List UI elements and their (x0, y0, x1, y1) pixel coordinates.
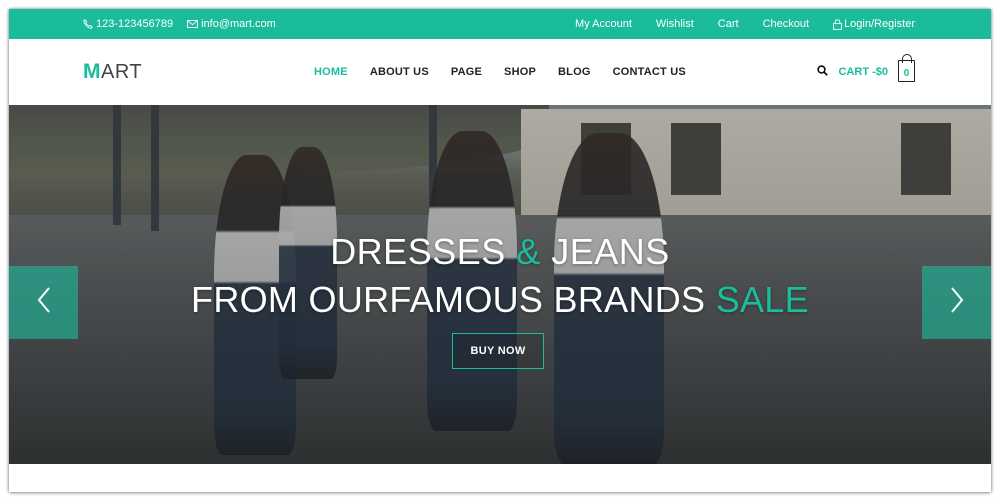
hero-caption: DRESSES & JEANS FROM OURFAMOUS BRANDS SA… (9, 105, 991, 464)
lock-icon (833, 18, 842, 30)
main-nav: HOME ABOUT US PAGE SHOP BLOG CONTACT US (314, 39, 686, 105)
email-contact[interactable]: info@mart.com (187, 18, 276, 30)
nav-blog[interactable]: BLOG (558, 66, 591, 78)
phone-number: 123-123456789 (96, 18, 174, 30)
cart-link-top[interactable]: Cart (718, 18, 739, 30)
nav-about-us[interactable]: ABOUT US (370, 66, 429, 78)
page-bottom-strip (9, 464, 991, 492)
search-icon[interactable] (817, 63, 829, 81)
phone-icon (83, 19, 93, 29)
browser-frame: 123-123456789 info@mart.com My Account W… (9, 9, 991, 492)
hero-heading-ampersand: & (516, 231, 541, 272)
hero-heading-line2: FROM OURFAMOUS BRANDS SALE (9, 279, 991, 321)
account-links: My Account Wishlist Cart Checkout Login/… (575, 18, 915, 30)
top-bar: 123-123456789 info@mart.com My Account W… (9, 9, 991, 39)
nav-contact-us[interactable]: CONTACT US (613, 66, 686, 78)
login-register-label: Login/Register (844, 18, 915, 30)
site-header: MART HOME ABOUT US PAGE SHOP BLOG CONTAC… (9, 39, 991, 105)
hero-heading-brands: FROM OURFAMOUS BRANDS (191, 279, 716, 320)
login-register-link[interactable]: Login/Register (833, 18, 915, 30)
envelope-icon (187, 20, 199, 28)
chevron-left-icon (37, 287, 51, 318)
hero-heading-dresses: DRESSES (330, 231, 517, 272)
slider-next-button[interactable] (922, 266, 991, 339)
chevron-right-icon (950, 287, 964, 318)
slider-prev-button[interactable] (9, 266, 78, 339)
email-address: info@mart.com (201, 18, 276, 30)
hero-heading-line1: DRESSES & JEANS (9, 231, 991, 273)
header-actions: CART -$0 0 (817, 39, 915, 105)
nav-shop[interactable]: SHOP (504, 66, 536, 78)
site-logo[interactable]: MART (83, 60, 142, 84)
cart-count: 0 (903, 67, 910, 79)
logo-text: ART (101, 61, 143, 83)
hero-heading-sale: SALE (715, 279, 809, 320)
my-account-link[interactable]: My Account (575, 18, 632, 30)
buy-now-button[interactable]: BUY NOW (452, 333, 544, 369)
wishlist-link[interactable]: Wishlist (656, 18, 694, 30)
nav-page[interactable]: PAGE (451, 66, 482, 78)
nav-home[interactable]: HOME (314, 66, 348, 78)
checkout-link[interactable]: Checkout (763, 18, 809, 30)
logo-letter-m: M (83, 60, 101, 83)
cart-total-link[interactable]: CART -$0 (838, 66, 888, 78)
shopping-bag-icon[interactable]: 0 (898, 53, 915, 82)
hero-slider: DRESSES & JEANS FROM OURFAMOUS BRANDS SA… (9, 105, 991, 464)
hero-heading-jeans: JEANS (540, 231, 670, 272)
contact-info: 123-123456789 info@mart.com (83, 18, 276, 30)
phone-contact[interactable]: 123-123456789 (83, 18, 173, 30)
